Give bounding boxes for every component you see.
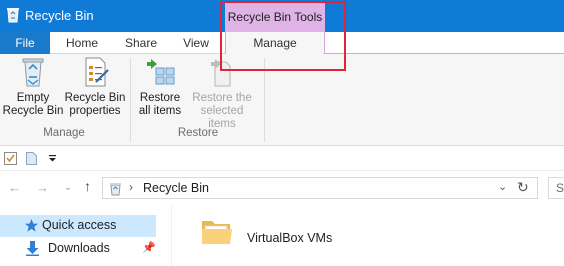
list-item-label: VirtualBox VMs (247, 231, 333, 245)
breadcrumb-chevron-icon[interactable]: › (129, 180, 133, 194)
navigation-row: ← → ⌄ ↑ › Recycle Bin ⌄ ↻ Se (0, 172, 564, 204)
navigation-pane: Quick access Downloads 📌 (0, 206, 170, 266)
folder-icon (202, 221, 232, 244)
empty-recycle-bin-label: Empty Recycle Bin (2, 92, 64, 117)
star-icon (25, 219, 38, 232)
list-item[interactable]: VirtualBox VMs (172, 206, 392, 266)
restore-all-items-label: Restore all items (138, 92, 182, 117)
group-separator (130, 58, 131, 142)
refresh-icon[interactable]: ↻ (517, 179, 529, 196)
pin-icon[interactable]: 📌 (142, 241, 156, 254)
window-title: Recycle Bin (25, 8, 94, 23)
search-placeholder: Se (556, 181, 564, 195)
highlight-box (220, 1, 346, 71)
nav-item-label: Quick access (42, 218, 117, 232)
nav-item-downloads[interactable]: Downloads 📌 (0, 238, 156, 260)
restore-all-items-button[interactable]: Restore all items (134, 56, 186, 118)
recycle-bin-properties-button[interactable]: Recycle Bin properties (64, 56, 126, 118)
properties-checkbox-icon[interactable] (4, 152, 17, 165)
download-arrow-icon (26, 241, 39, 256)
file-list: VirtualBox VMs (172, 206, 564, 266)
group-label-manage: Manage (43, 127, 85, 139)
recycle-bin-properties-label: Recycle Bin properties (64, 92, 126, 117)
empty-recycle-bin-button[interactable]: Empty Recycle Bin (2, 56, 64, 118)
group-label-restore: Restore (177, 127, 219, 139)
search-box[interactable]: Se (548, 177, 564, 199)
restore-all-icon (147, 59, 175, 85)
restore-selected-items-label: Restore the selected items (192, 92, 252, 130)
empty-recycle-bin-icon (22, 58, 44, 87)
back-arrow-icon[interactable]: ← (8, 180, 21, 195)
address-dropdown-chevron-icon[interactable]: ⌄ (498, 180, 507, 193)
tab-home[interactable]: Home (60, 32, 104, 54)
customize-toolbar-dropdown-icon[interactable] (48, 155, 57, 162)
nav-item-quick-access[interactable]: Quick access (0, 215, 156, 237)
tab-file[interactable]: File (0, 32, 50, 54)
up-arrow-icon[interactable]: ↑ (84, 178, 91, 194)
recycle-bin-icon (110, 183, 121, 196)
properties-icon (85, 57, 109, 87)
tab-share[interactable]: Share (118, 32, 164, 54)
new-folder-icon[interactable] (26, 152, 37, 165)
recent-locations-chevron-icon[interactable]: ⌄ (64, 182, 72, 193)
forward-arrow-icon[interactable]: → (36, 180, 49, 195)
recycle-bin-icon (7, 8, 19, 23)
breadcrumb-recycle-bin[interactable]: Recycle Bin (143, 181, 209, 195)
quick-access-toolbar (0, 147, 564, 171)
tab-view[interactable]: View (176, 32, 216, 54)
nav-item-label: Downloads (48, 241, 110, 255)
address-bar[interactable]: › Recycle Bin ⌄ ↻ (102, 177, 538, 199)
